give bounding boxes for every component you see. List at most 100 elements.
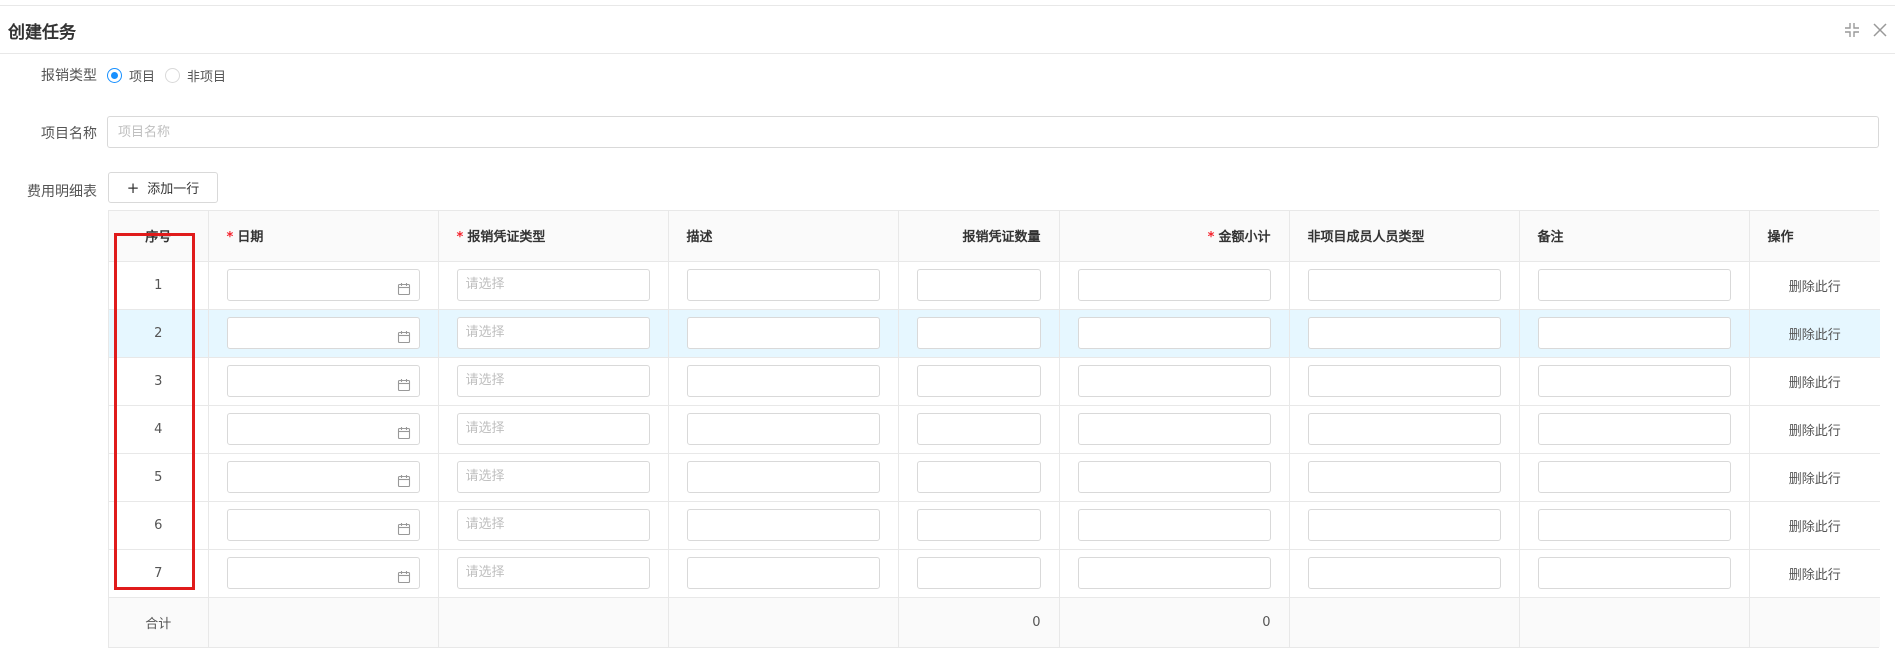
add-row-button[interactable]: + 添加一行 (108, 172, 218, 203)
close-icon[interactable] (1870, 20, 1890, 40)
total-cell-empty (208, 597, 439, 647)
remark-input[interactable] (1537, 317, 1731, 349)
amount-input[interactable] (1077, 509, 1271, 541)
remark-cell (1519, 549, 1750, 598)
non-member-type-input[interactable] (1307, 317, 1501, 349)
voucher-count-input[interactable] (916, 365, 1041, 397)
voucher-type-select[interactable]: 请选择 (456, 557, 650, 589)
voucher-count-input[interactable] (916, 509, 1041, 541)
non-member-type-input[interactable] (1307, 269, 1501, 301)
voucher-type-select[interactable]: 请选择 (456, 509, 650, 541)
amount-input[interactable] (1077, 557, 1271, 589)
date-picker-input[interactable] (226, 365, 420, 397)
remark-input[interactable] (1537, 365, 1731, 397)
project-name-input[interactable] (107, 116, 1879, 148)
table-row: 3 请选择 删除此行 (109, 357, 1880, 406)
non-member-type-input[interactable] (1307, 509, 1501, 541)
description-input[interactable] (686, 317, 880, 349)
delete-row-link[interactable]: 删除此行 (1749, 501, 1880, 550)
date-cell (208, 357, 439, 406)
description-input[interactable] (686, 413, 880, 445)
col-header-index: 序号 (109, 211, 209, 262)
radio-non-project[interactable]: 非项目 (165, 66, 226, 85)
description-cell (668, 549, 899, 598)
amount-cell (1059, 501, 1290, 550)
select-placeholder: 请选择 (465, 469, 505, 484)
total-cell-empty (1289, 597, 1520, 647)
non-member-type-cell (1289, 501, 1520, 550)
voucher-type-select[interactable]: 请选择 (456, 317, 650, 349)
voucher-count-cell (898, 261, 1060, 310)
delete-row-link[interactable]: 删除此行 (1749, 309, 1880, 358)
date-picker-input[interactable] (226, 557, 420, 589)
amount-input[interactable] (1077, 269, 1271, 301)
voucher-type-select[interactable]: 请选择 (456, 269, 650, 301)
date-picker-input[interactable] (226, 317, 420, 349)
amount-cell (1059, 405, 1290, 454)
delete-row-link[interactable]: 删除此行 (1749, 549, 1880, 598)
description-input[interactable] (686, 365, 880, 397)
table-row: 7 请选择 删除此行 (109, 549, 1880, 598)
voucher-type-select[interactable]: 请选择 (456, 365, 650, 397)
voucher-count-input[interactable] (916, 269, 1041, 301)
radio-project[interactable]: 项目 (107, 66, 155, 85)
amount-input[interactable] (1077, 365, 1271, 397)
remark-input[interactable] (1537, 413, 1731, 445)
calendar-icon (397, 470, 411, 488)
non-member-type-input[interactable] (1307, 365, 1501, 397)
amount-input[interactable] (1077, 317, 1271, 349)
voucher-count-input[interactable] (916, 317, 1041, 349)
voucher-type-select[interactable]: 请选择 (456, 413, 650, 445)
voucher-type-select[interactable]: 请选择 (456, 461, 650, 493)
voucher-count-input[interactable] (916, 461, 1041, 493)
date-picker-input[interactable] (226, 461, 420, 493)
table-row: 6 请选择 删除此行 (109, 501, 1880, 550)
table-row: 2 请选择 删除此行 (109, 309, 1880, 358)
row-index: 5 (109, 453, 209, 502)
remark-cell (1519, 405, 1750, 454)
voucher-count-cell (898, 501, 1060, 550)
date-picker-input[interactable] (226, 509, 420, 541)
description-cell (668, 357, 899, 406)
table-header-row: 序号 * 日期 * 报销凭证类型 描述 报销凭证数量 * 金额小计 非项目成员人员类型… (109, 211, 1880, 262)
remark-input[interactable] (1537, 509, 1731, 541)
col-header-remark: 备注 (1519, 211, 1750, 262)
total-label: 合计 (109, 597, 209, 647)
date-picker-input[interactable] (226, 269, 420, 301)
voucher-count-input[interactable] (916, 557, 1041, 589)
date-picker-input[interactable] (226, 413, 420, 445)
total-cell-empty (438, 597, 669, 647)
voucher-type-cell: 请选择 (438, 357, 669, 406)
project-name-label: 项目名称 (41, 126, 97, 142)
row-index: 2 (109, 309, 209, 358)
voucher-count-input[interactable] (916, 413, 1041, 445)
table-row: 5 请选择 删除此行 (109, 453, 1880, 502)
remark-input[interactable] (1537, 269, 1731, 301)
delete-row-link[interactable]: 删除此行 (1749, 453, 1880, 502)
total-row: 合计 0 0 (109, 597, 1880, 647)
non-member-type-input[interactable] (1307, 461, 1501, 493)
remark-input[interactable] (1537, 461, 1731, 493)
delete-row-link[interactable]: 删除此行 (1749, 261, 1880, 310)
description-cell (668, 261, 899, 310)
non-member-type-input[interactable] (1307, 557, 1501, 589)
date-cell (208, 501, 439, 550)
remark-input[interactable] (1537, 557, 1731, 589)
compress-icon[interactable] (1842, 20, 1862, 40)
radio-project-label: 项目 (129, 69, 156, 85)
non-member-type-input[interactable] (1307, 413, 1501, 445)
remark-cell (1519, 357, 1750, 406)
amount-input[interactable] (1077, 413, 1271, 445)
expense-detail-label: 费用明细表 (27, 184, 97, 200)
dialog-header: 创建任务 (0, 6, 1895, 54)
radio-non-project-label: 非项目 (187, 69, 227, 85)
description-input[interactable] (686, 557, 880, 589)
description-input[interactable] (686, 269, 880, 301)
row-index: 6 (109, 501, 209, 550)
voucher-type-cell: 请选择 (438, 453, 669, 502)
description-input[interactable] (686, 509, 880, 541)
delete-row-link[interactable]: 删除此行 (1749, 405, 1880, 454)
description-input[interactable] (686, 461, 880, 493)
amount-input[interactable] (1077, 461, 1271, 493)
delete-row-link[interactable]: 删除此行 (1749, 357, 1880, 406)
